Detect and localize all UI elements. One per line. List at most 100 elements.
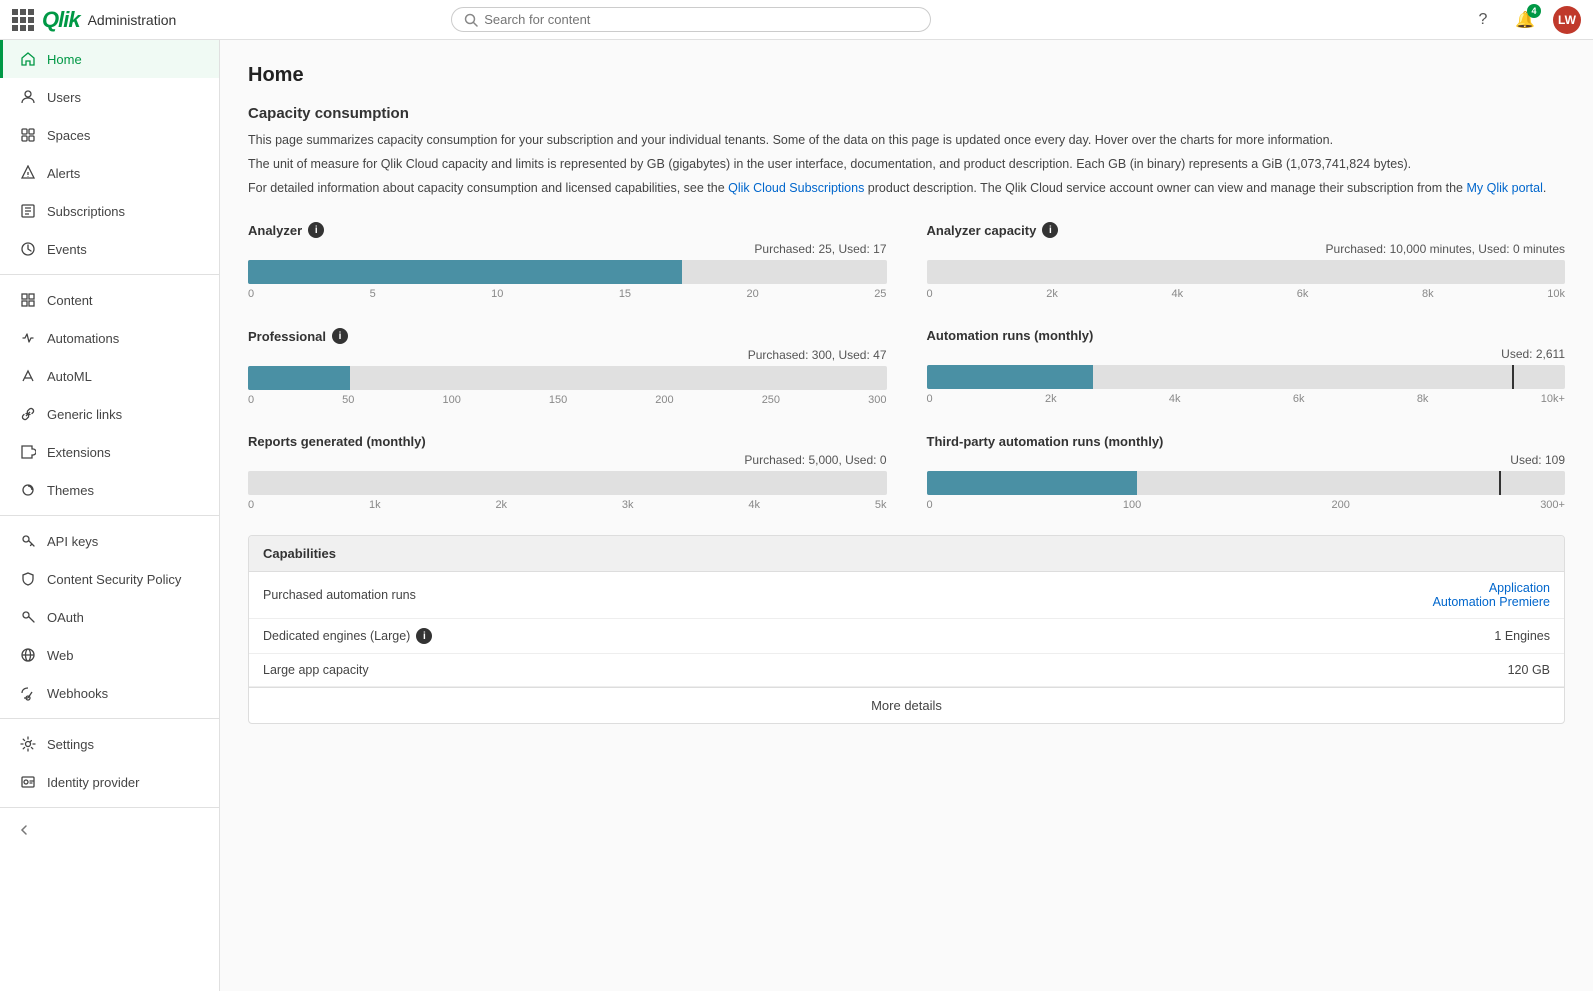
sidebar-item-content[interactable]: Content bbox=[0, 281, 219, 319]
sidebar-label-settings: Settings bbox=[47, 737, 94, 752]
search-bar[interactable] bbox=[451, 7, 931, 32]
sidebar-label-events: Events bbox=[47, 242, 87, 257]
analyzer-info-icon[interactable]: i bbox=[308, 222, 324, 238]
sidebar-item-web[interactable]: Web bbox=[0, 636, 219, 674]
sidebar-item-events[interactable]: Events bbox=[0, 230, 219, 268]
sidebar-item-automl[interactable]: AutoML bbox=[0, 357, 219, 395]
third-party-bar-fill bbox=[927, 471, 1138, 495]
analyzer-capacity-bar-container bbox=[927, 260, 1566, 284]
chart-analyzer-header: Analyzer i bbox=[248, 222, 887, 238]
sidebar-label-extensions: Extensions bbox=[47, 445, 111, 460]
sidebar-item-alerts[interactable]: Alerts bbox=[0, 154, 219, 192]
api-keys-icon bbox=[19, 532, 37, 550]
capability-row-large-app: Large app capacity 120 GB bbox=[249, 654, 1564, 687]
layout: Home Users Spaces Alerts Subscriptions bbox=[0, 40, 1593, 991]
sidebar-item-extensions[interactable]: Extensions bbox=[0, 433, 219, 471]
application-link[interactable]: Application bbox=[1489, 581, 1550, 595]
chart-professional: Professional i Purchased: 300, Used: 47 … bbox=[248, 328, 887, 406]
capabilities-header: Capabilities bbox=[249, 536, 1564, 572]
third-party-axis: 0100200300+ bbox=[927, 499, 1566, 511]
grid-menu-icon[interactable] bbox=[12, 9, 34, 31]
analyzer-bar-fill bbox=[248, 260, 682, 284]
description-3-prefix: For detailed information about capacity … bbox=[248, 181, 728, 195]
sidebar-item-users[interactable]: Users bbox=[0, 78, 219, 116]
sidebar: Home Users Spaces Alerts Subscriptions bbox=[0, 40, 220, 991]
sidebar-item-settings[interactable]: Settings bbox=[0, 725, 219, 763]
professional-info-icon[interactable]: i bbox=[332, 328, 348, 344]
automation-premiere-link[interactable]: Automation Premiere bbox=[1433, 595, 1550, 609]
reports-axis: 01k2k3k4k5k bbox=[248, 499, 887, 511]
third-party-bar-container bbox=[927, 471, 1566, 495]
sidebar-item-identity[interactable]: Identity provider bbox=[0, 763, 219, 801]
sidebar-item-home[interactable]: Home bbox=[0, 40, 219, 78]
sidebar-item-api-keys[interactable]: API keys bbox=[0, 522, 219, 560]
sidebar-item-automations[interactable]: Automations bbox=[0, 319, 219, 357]
sidebar-item-oauth[interactable]: OAuth bbox=[0, 598, 219, 636]
sidebar-label-content: Content bbox=[47, 293, 93, 308]
identity-icon bbox=[19, 773, 37, 791]
sidebar-label-generic-links: Generic links bbox=[47, 407, 122, 422]
charts-grid: Analyzer i Purchased: 25, Used: 17 05101… bbox=[248, 222, 1565, 511]
chart-reports-title: Reports generated (monthly) bbox=[248, 434, 426, 449]
chart-third-party-automation: Third-party automation runs (monthly) Us… bbox=[927, 434, 1566, 511]
capability-value-dedicated-engines: 1 Engines bbox=[1494, 629, 1550, 643]
description-2: The unit of measure for Qlik Cloud capac… bbox=[248, 154, 1565, 174]
automation-runs-axis: 02k4k6k8k10k+ bbox=[927, 393, 1566, 405]
sidebar-item-spaces[interactable]: Spaces bbox=[0, 116, 219, 154]
analyzer-capacity-info-icon[interactable]: i bbox=[1042, 222, 1058, 238]
sidebar-label-oauth: OAuth bbox=[47, 610, 84, 625]
description-3-end: . bbox=[1543, 181, 1546, 195]
search-input[interactable] bbox=[484, 12, 918, 27]
chart-reports-header: Reports generated (monthly) bbox=[248, 434, 887, 449]
content-icon bbox=[19, 291, 37, 309]
third-party-stat: Used: 109 bbox=[927, 453, 1566, 467]
description-1: This page summarizes capacity consumptio… bbox=[248, 130, 1565, 150]
chart-analyzer-title: Analyzer bbox=[248, 223, 302, 238]
sidebar-label-identity: Identity provider bbox=[47, 775, 140, 790]
qlik-logo: Qlik bbox=[42, 7, 80, 33]
chart-analyzer-capacity-title: Analyzer capacity bbox=[927, 223, 1037, 238]
capability-row-automation-runs: Purchased automation runs Application Au… bbox=[249, 572, 1564, 619]
sidebar-item-themes[interactable]: Themes bbox=[0, 471, 219, 509]
sidebar-divider-2 bbox=[0, 515, 219, 516]
capability-label-automation-runs: Purchased automation runs bbox=[263, 588, 1433, 602]
avatar[interactable]: LW bbox=[1553, 6, 1581, 34]
chart-automation-runs-header: Automation runs (monthly) bbox=[927, 328, 1566, 343]
main-content: Home Capacity consumption This page summ… bbox=[220, 40, 1593, 991]
sidebar-label-alerts: Alerts bbox=[47, 166, 80, 181]
chart-analyzer-capacity: Analyzer capacity i Purchased: 10,000 mi… bbox=[927, 222, 1566, 300]
description-3: For detailed information about capacity … bbox=[248, 178, 1565, 198]
dedicated-engines-info-icon[interactable]: i bbox=[416, 628, 432, 644]
sidebar-divider-4 bbox=[0, 807, 219, 808]
sidebar-label-automations: Automations bbox=[47, 331, 119, 346]
sidebar-label-users: Users bbox=[47, 90, 81, 105]
more-details-button[interactable]: More details bbox=[249, 687, 1564, 723]
analyzer-stat: Purchased: 25, Used: 17 bbox=[248, 242, 887, 256]
chart-professional-header: Professional i bbox=[248, 328, 887, 344]
chart-automation-runs-title: Automation runs (monthly) bbox=[927, 328, 1094, 343]
qlik-subscriptions-link[interactable]: Qlik Cloud Subscriptions bbox=[728, 181, 864, 195]
sidebar-label-home: Home bbox=[47, 52, 82, 67]
events-icon bbox=[19, 240, 37, 258]
sidebar-item-subscriptions[interactable]: Subscriptions bbox=[0, 192, 219, 230]
automations-icon bbox=[19, 329, 37, 347]
sidebar-item-generic-links[interactable]: Generic links bbox=[0, 395, 219, 433]
spaces-icon bbox=[19, 126, 37, 144]
professional-bar-container bbox=[248, 366, 887, 390]
sidebar-item-webhooks[interactable]: Webhooks bbox=[0, 674, 219, 712]
notifications-button[interactable]: 🔔 4 bbox=[1511, 6, 1539, 34]
help-button[interactable]: ? bbox=[1469, 6, 1497, 34]
topbar-left: Qlik Administration bbox=[12, 7, 176, 33]
reports-bar-container bbox=[248, 471, 887, 495]
sidebar-collapse-button[interactable] bbox=[0, 814, 219, 846]
third-party-marker bbox=[1499, 471, 1501, 495]
professional-stat: Purchased: 300, Used: 47 bbox=[248, 348, 887, 362]
sidebar-item-csp[interactable]: Content Security Policy bbox=[0, 560, 219, 598]
sidebar-label-automl: AutoML bbox=[47, 369, 92, 384]
sidebar-label-spaces: Spaces bbox=[47, 128, 90, 143]
chart-professional-title: Professional bbox=[248, 329, 326, 344]
my-qlik-portal-link[interactable]: My Qlik portal bbox=[1466, 181, 1542, 195]
description-3-suffix: product description. The Qlik Cloud serv… bbox=[864, 181, 1466, 195]
chart-third-party-title: Third-party automation runs (monthly) bbox=[927, 434, 1164, 449]
csp-icon bbox=[19, 570, 37, 588]
